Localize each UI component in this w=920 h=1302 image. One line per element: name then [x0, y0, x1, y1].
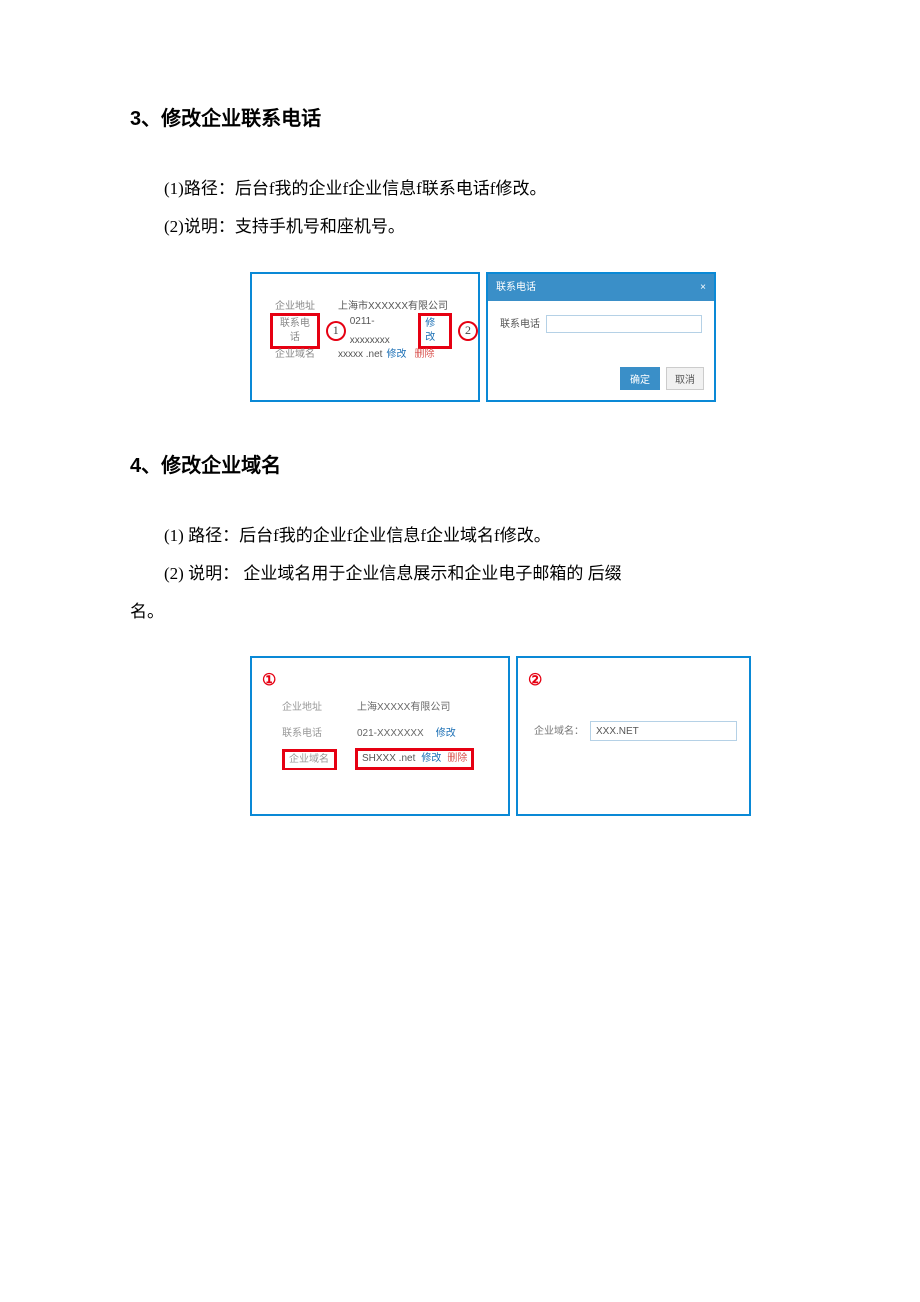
modal-header: 联系电话 ×: [488, 274, 714, 301]
figure-section4: ① 企业地址 上海XXXXX有限公司 联系电话 021-XXXXXXX 修改 企…: [250, 656, 790, 816]
close-icon[interactable]: ×: [700, 278, 706, 297]
step-1-marker: ①: [262, 666, 276, 696]
domain-panel-right: ② 企业域名：: [516, 656, 751, 816]
delete-domain-link[interactable]: 删除: [414, 345, 434, 364]
domain-field-label: 企业域名：: [534, 722, 584, 741]
modal-title: 联系电话: [496, 278, 536, 297]
value-domain: xxxxx .net: [338, 345, 382, 364]
section3-heading: 3、修改企业联系电话: [130, 100, 790, 138]
step-2-marker: 2: [458, 321, 478, 341]
cancel-button[interactable]: 取消: [666, 367, 704, 390]
confirm-button[interactable]: 确定: [620, 367, 660, 390]
value-phone: 0211-xxxxxxxx: [350, 312, 414, 350]
phone-modal: 联系电话 × 联系电话 确定 取消: [486, 272, 716, 402]
label-phone: 联系电话: [270, 313, 320, 349]
edit-phone-link[interactable]: 修改: [418, 313, 452, 349]
section3-p1: (1)路径：后台f我的企业f企业信息f联系电话f修改。: [130, 173, 790, 205]
modal-field-label: 联系电话: [500, 315, 540, 334]
step-2-marker: ②: [528, 666, 542, 696]
label-domain: 企业域名: [270, 345, 320, 364]
step-1-marker: 1: [326, 321, 346, 341]
value-address: 上海XXXXX有限公司: [357, 698, 450, 717]
phone-input[interactable]: [546, 315, 702, 333]
domain-input[interactable]: [590, 721, 737, 741]
edit-phone-link[interactable]: 修改: [436, 724, 456, 743]
domain-panel-left: ① 企业地址 上海XXXXX有限公司 联系电话 021-XXXXXXX 修改 企…: [250, 656, 510, 816]
section4-p2b: 名。: [130, 596, 790, 628]
info-panel-left: 企业地址 上海市XXXXXX有限公司 联系电话 1 0211-xxxxxxxx …: [250, 272, 480, 402]
label-address: 企业地址: [282, 698, 337, 717]
delete-domain-link[interactable]: 删除: [447, 752, 467, 766]
section3-p2: (2)说明：支持手机号和座机号。: [130, 211, 790, 243]
figure-section3: 企业地址 上海市XXXXXX有限公司 联系电话 1 0211-xxxxxxxx …: [250, 272, 790, 402]
label-phone: 联系电话: [282, 724, 337, 743]
label-domain: 企业域名: [282, 749, 337, 770]
value-phone: 021-XXXXXXX: [357, 724, 424, 743]
section4-p2: (2) 说明： 企业域名用于企业信息展示和企业电子邮箱的 后缀: [130, 558, 790, 590]
edit-domain-link[interactable]: 修改: [421, 752, 441, 766]
section4-heading: 4、修改企业域名: [130, 447, 790, 485]
value-domain: SHXXX .net: [362, 752, 415, 766]
section4-p1: (1) 路径：后台f我的企业f企业信息f企业域名f修改。: [130, 520, 790, 552]
edit-domain-link[interactable]: 修改: [386, 345, 406, 364]
